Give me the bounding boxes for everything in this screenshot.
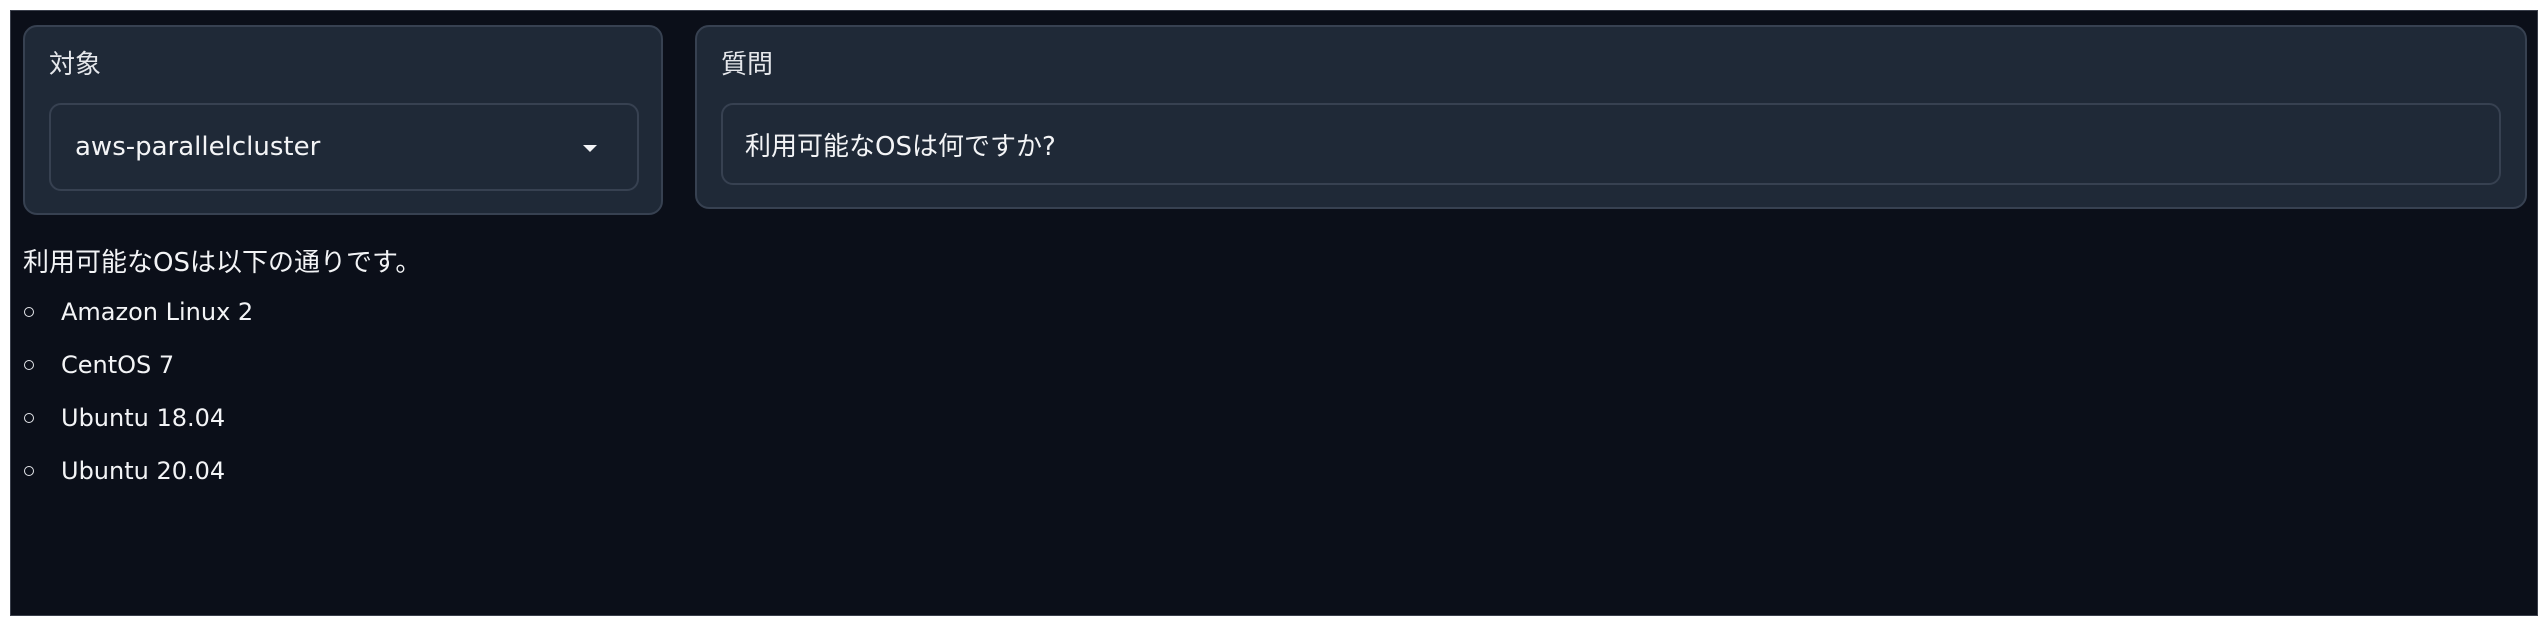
list-item-text: Amazon Linux 2 (61, 298, 254, 326)
list-item: Amazon Linux 2 (23, 295, 421, 329)
bullet-icon (24, 360, 34, 370)
bullet-icon (24, 466, 34, 476)
list-item-text: Ubuntu 20.04 (61, 457, 226, 485)
target-panel: 対象 aws-parallelcluster (23, 25, 663, 215)
question-input[interactable] (721, 103, 2501, 185)
caret-down-icon (583, 145, 597, 152)
list-item: Ubuntu 18.04 (23, 401, 421, 435)
bullet-icon (24, 307, 34, 317)
list-item: CentOS 7 (23, 348, 421, 382)
list-item: Ubuntu 20.04 (23, 454, 421, 488)
target-selected-value: aws-parallelcluster (75, 132, 321, 162)
list-item-text: CentOS 7 (61, 351, 175, 379)
answer-intro: 利用可能なOSは以下の通りです。 (23, 248, 422, 278)
list-item-text: Ubuntu 18.04 (61, 404, 226, 432)
question-panel: 質問 (695, 25, 2527, 209)
target-label: 対象 (49, 50, 102, 80)
bullet-icon (24, 413, 34, 423)
os-list: Amazon Linux 2 CentOS 7 Ubuntu 18.04 Ubu… (23, 295, 421, 488)
target-dropdown[interactable]: aws-parallelcluster (49, 103, 639, 191)
app-frame: 対象 aws-parallelcluster 質問 利用可能なOSは以下の通りで… (10, 10, 2538, 616)
question-label: 質問 (721, 50, 774, 80)
answer-output: 利用可能なOSは以下の通りです。 Amazon Linux 2 CentOS 7… (23, 245, 421, 507)
